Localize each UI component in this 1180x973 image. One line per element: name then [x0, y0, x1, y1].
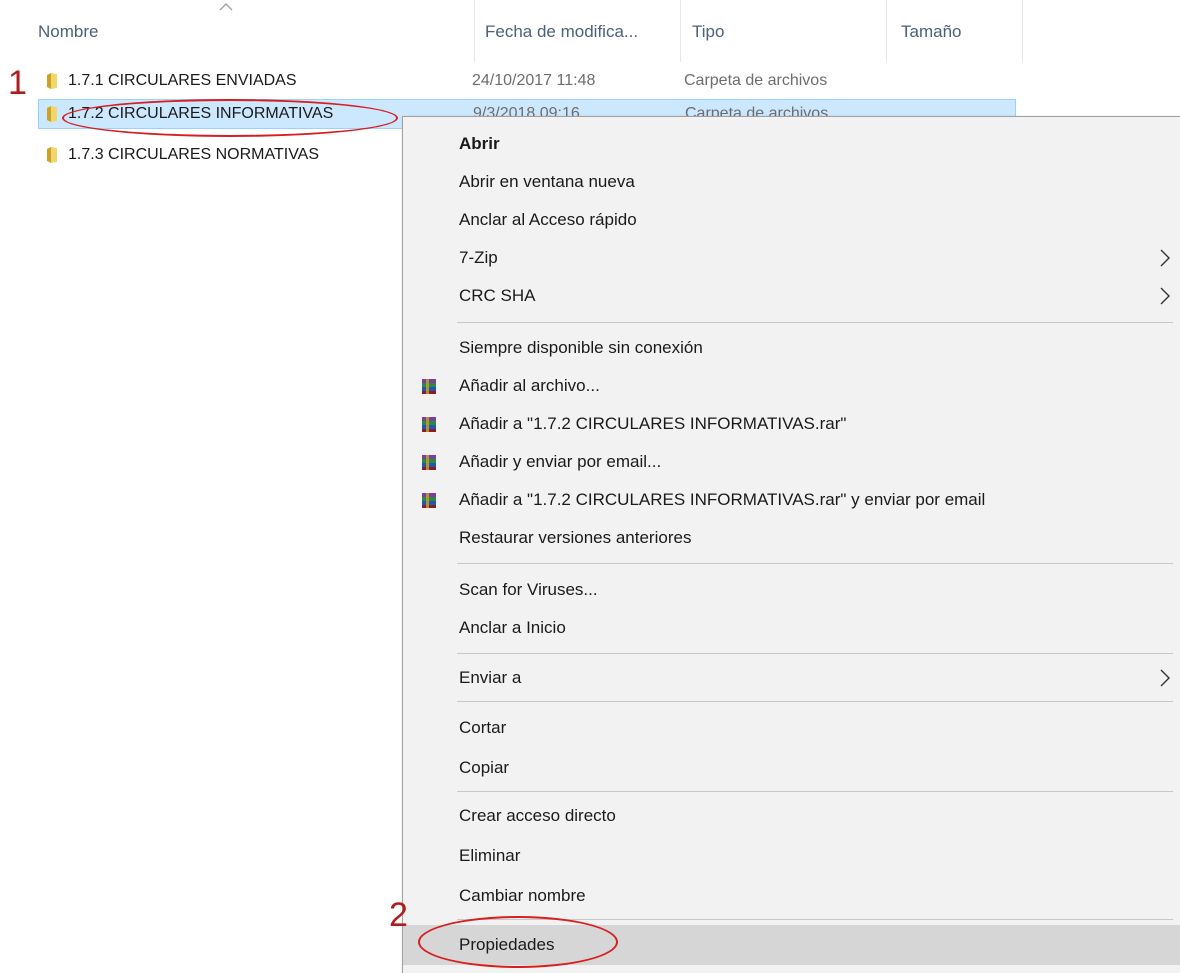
menu-separator — [457, 322, 1173, 323]
file-name: 1.7.3 CIRCULARES NORMATIVAS — [68, 146, 320, 163]
winrar-icon — [422, 493, 436, 508]
menu-item-label: Añadir a "1.7.2 CIRCULARES INFORMATIVAS.… — [459, 490, 986, 509]
menu-separator — [457, 653, 1173, 654]
winrar-icon — [422, 417, 436, 432]
column-header-type[interactable]: Tipo — [684, 18, 724, 46]
menu-item-label: Scan for Viruses... — [459, 580, 598, 599]
menu-item-delete[interactable]: Eliminar — [403, 837, 1180, 875]
column-header-name[interactable]: Nombre — [30, 18, 98, 46]
menu-item-label: Enviar a — [459, 668, 522, 687]
menu-item-always-offline[interactable]: Siempre disponible sin conexión — [403, 329, 1180, 367]
winrar-icon — [422, 379, 436, 394]
menu-item-open[interactable]: Abrir — [403, 125, 1180, 163]
sort-up-icon — [219, 3, 233, 11]
column-header-date[interactable]: Fecha de modifica... — [477, 18, 638, 46]
menu-item-label: Eliminar — [459, 846, 521, 865]
menu-item-label: Añadir a "1.7.2 CIRCULARES INFORMATIVAS.… — [459, 414, 847, 433]
menu-item-rename[interactable]: Cambiar nombre — [403, 877, 1180, 915]
menu-item-pin-quick-access[interactable]: Anclar al Acceso rápido — [403, 201, 1180, 239]
column-divider[interactable] — [680, 0, 681, 62]
menu-item-label: 7-Zip — [459, 248, 498, 267]
menu-separator — [457, 791, 1173, 792]
winrar-icon — [422, 455, 436, 470]
column-header-size[interactable]: Tamaño — [893, 18, 961, 46]
menu-item-crc-sha[interactable]: CRC SHA — [403, 277, 1180, 315]
menu-item-send-to[interactable]: Enviar a — [403, 659, 1180, 697]
menu-item-label: Añadir al archivo... — [459, 376, 600, 395]
menu-item-label: Propiedades — [459, 935, 555, 954]
menu-item-label: Abrir en ventana nueva — [459, 172, 635, 191]
annotation-step-1: 1 — [8, 64, 27, 102]
menu-item-label: Cambiar nombre — [459, 886, 586, 905]
menu-item-cut[interactable]: Cortar — [403, 709, 1180, 747]
chevron-right-icon — [1160, 669, 1170, 687]
file-date: 24/10/2017 11:48 — [472, 72, 596, 89]
folder-icon — [47, 73, 57, 89]
chevron-right-icon — [1160, 287, 1170, 305]
menu-item-add-rar[interactable]: Añadir a "1.7.2 CIRCULARES INFORMATIVAS.… — [403, 405, 1180, 443]
menu-item-add-email[interactable]: Añadir y enviar por email... — [403, 443, 1180, 481]
column-divider[interactable] — [474, 0, 475, 62]
menu-item-copy[interactable]: Copiar — [403, 749, 1180, 787]
menu-item-open-new-window[interactable]: Abrir en ventana nueva — [403, 163, 1180, 201]
menu-item-pin-start[interactable]: Anclar a Inicio — [403, 609, 1180, 647]
column-divider[interactable] — [1022, 0, 1023, 62]
folder-icon — [47, 147, 57, 163]
menu-item-properties[interactable]: Propiedades — [403, 925, 1180, 965]
menu-item-label: Anclar a Inicio — [459, 618, 566, 637]
menu-item-label: Restaurar versiones anteriores — [459, 528, 692, 547]
menu-item-restore-versions[interactable]: Restaurar versiones anteriores — [403, 519, 1180, 557]
menu-item-label: Añadir y enviar por email... — [459, 452, 662, 471]
menu-item-label: Crear acceso directo — [459, 806, 616, 825]
file-row[interactable]: 1.7.1 CIRCULARES ENVIADAS 24/10/2017 11:… — [38, 66, 1016, 96]
column-header-bar: Nombre Fecha de modifica... Tipo Tamaño — [0, 0, 1180, 62]
file-type: Carpeta de archivos — [684, 72, 828, 89]
column-divider[interactable] — [886, 0, 887, 62]
menu-separator — [457, 701, 1173, 702]
menu-item-create-shortcut[interactable]: Crear acceso directo — [403, 797, 1180, 835]
menu-item-add-rar-email[interactable]: Añadir a "1.7.2 CIRCULARES INFORMATIVAS.… — [403, 481, 1180, 519]
chevron-right-icon — [1160, 249, 1170, 267]
menu-item-add-archive[interactable]: Añadir al archivo... — [403, 367, 1180, 405]
menu-separator — [457, 563, 1173, 564]
menu-item-label: Anclar al Acceso rápido — [459, 210, 637, 229]
menu-item-label: CRC SHA — [459, 286, 536, 305]
folder-icon — [47, 106, 57, 122]
menu-item-label: Abrir — [459, 134, 500, 153]
menu-item-7zip[interactable]: 7-Zip — [403, 239, 1180, 277]
menu-item-label: Cortar — [459, 718, 507, 737]
menu-item-scan-viruses[interactable]: Scan for Viruses... — [403, 571, 1180, 609]
file-name: 1.7.1 CIRCULARES ENVIADAS — [68, 72, 297, 89]
context-menu: Abrir Abrir en ventana nueva Anclar al A… — [402, 116, 1180, 973]
annotation-step-2: 2 — [389, 896, 408, 934]
menu-item-label: Siempre disponible sin conexión — [459, 338, 703, 357]
file-name: 1.7.2 CIRCULARES INFORMATIVAS — [68, 105, 334, 122]
menu-separator — [457, 919, 1173, 920]
menu-item-label: Copiar — [459, 758, 510, 777]
